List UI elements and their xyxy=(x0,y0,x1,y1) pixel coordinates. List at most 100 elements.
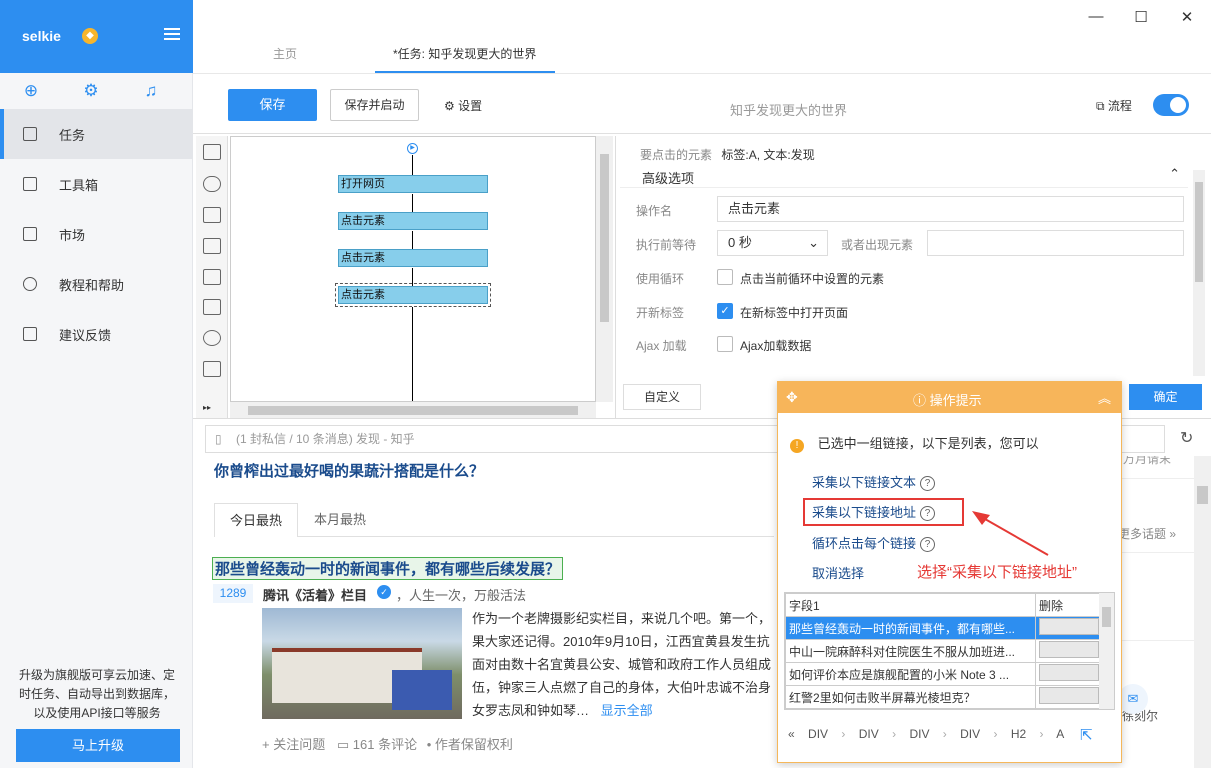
flow-node-click-selected[interactable]: 点击元素 xyxy=(335,283,491,307)
start-icon[interactable]: ▶ xyxy=(407,143,418,154)
extract-tool-icon[interactable] xyxy=(203,207,221,223)
captcha-tool-icon[interactable] xyxy=(203,269,221,285)
table-row[interactable]: 如何评价本应是旗舰配置的小米 Note 3 ... xyxy=(785,662,1036,686)
breadcrumb-item[interactable]: H2 xyxy=(1011,727,1026,741)
canvas-vertical-scrollbar[interactable] xyxy=(596,136,613,402)
advanced-section-header[interactable]: 高级选项 ⌃ xyxy=(620,164,1188,188)
loop-checkbox[interactable] xyxy=(717,269,733,285)
upgrade-button[interactable]: 马上升级 xyxy=(16,729,180,762)
arrow-line xyxy=(977,514,1049,556)
article-thumbnail[interactable] xyxy=(262,608,462,719)
follow-question-link[interactable]: + 关注问题 xyxy=(262,737,325,752)
save-and-start-button[interactable]: 保存并启动 xyxy=(330,89,419,121)
settings-button[interactable]: ⚙ 设置 xyxy=(444,97,482,114)
expand-icon[interactable]: ▸▸ xyxy=(203,404,213,412)
scrollbar-thumb[interactable] xyxy=(248,406,578,415)
canvas-horizontal-scrollbar[interactable] xyxy=(230,402,596,418)
column-header: 字段1 xyxy=(785,593,1036,617)
table-row[interactable]: 那些曾经轰动一时的新闻事件，都有哪些... xyxy=(785,616,1036,640)
minimize-icon[interactable]: — xyxy=(1086,8,1106,26)
comment-icon: ▭ xyxy=(336,737,350,752)
breadcrumb-item[interactable]: DIV xyxy=(859,727,879,741)
maximize-icon[interactable]: ☐ xyxy=(1131,8,1151,26)
newtab-checkbox[interactable]: ✓ xyxy=(717,303,733,319)
hamburger-menu-icon[interactable] xyxy=(164,28,180,42)
tab-month-hot[interactable]: 本月最热 xyxy=(298,502,382,536)
wait-select[interactable]: 0 秒 ⌄ xyxy=(717,230,828,256)
chat-bubble-icon[interactable]: ✉ xyxy=(1118,684,1148,714)
scrollbar-thumb[interactable] xyxy=(1197,486,1208,504)
loop-tool-icon[interactable] xyxy=(203,330,221,346)
show-all-link[interactable]: 显示全部 xyxy=(601,703,653,718)
flow-node-open-page[interactable]: 打开网页 xyxy=(338,175,488,193)
sidebar-item-tasks[interactable]: 任务 xyxy=(0,109,193,159)
breadcrumb-item[interactable]: A xyxy=(1056,727,1064,741)
sidebar-item-market[interactable]: 市场 xyxy=(0,209,193,259)
close-icon[interactable]: ✕ xyxy=(1177,8,1197,26)
collect-link-text-option[interactable]: 采集以下链接文本? xyxy=(812,472,936,492)
tab-task[interactable]: *任务: 知乎发现更大的世界 xyxy=(393,45,536,62)
more-topics-link[interactable]: 更多话题 » xyxy=(1118,525,1176,542)
table-row[interactable]: 红警2里如何击败半屏幕光棱坦克？ xyxy=(785,685,1036,709)
open-page-tool-icon[interactable] xyxy=(203,144,221,160)
trash-icon[interactable] xyxy=(1039,664,1099,681)
ajax-checkbox[interactable] xyxy=(717,336,733,352)
cancel-selection-option[interactable]: 取消选择 xyxy=(812,563,864,582)
refresh-icon[interactable]: ↻ xyxy=(1180,428,1193,448)
breadcrumb-item[interactable]: DIV xyxy=(909,727,929,741)
document-icon xyxy=(23,127,37,141)
vote-count[interactable]: 1289 xyxy=(213,584,253,603)
save-button[interactable]: 保存 xyxy=(228,89,317,121)
help-icon[interactable]: ? xyxy=(920,476,936,492)
chevron-up-icon[interactable]: ⌃ xyxy=(1169,166,1180,182)
loop-click-each-option[interactable]: 循环点击每个链接? xyxy=(812,533,936,553)
confirm-button[interactable]: 确定 xyxy=(1129,384,1202,410)
sidebar-item-help[interactable]: 教程和帮助 xyxy=(0,259,193,309)
breadcrumb-back[interactable]: « xyxy=(788,727,795,741)
add-icon[interactable]: ⊕ xyxy=(22,82,40,100)
workflow-canvas[interactable]: ▶ 打开网页 点击元素 点击元素 点击元素 xyxy=(230,136,596,402)
trash-icon[interactable] xyxy=(1039,641,1099,658)
headset-icon[interactable]: ♫ xyxy=(142,82,160,100)
article-title[interactable]: 那些曾经轰动一时的新闻事件，都有哪些后续发展？ xyxy=(211,557,564,580)
scrollbar-thumb[interactable] xyxy=(1195,182,1203,282)
custom-button[interactable]: 自定义 xyxy=(623,384,701,410)
move-icon[interactable]: ✥ xyxy=(786,389,798,406)
scrollbar-thumb[interactable] xyxy=(1102,607,1111,627)
breadcrumb-item[interactable]: DIV xyxy=(808,727,828,741)
click-tool-icon[interactable] xyxy=(203,176,221,192)
list-tool-icon[interactable] xyxy=(203,299,221,315)
comments-link[interactable]: 161 条评论 xyxy=(353,737,417,752)
breadcrumb-item[interactable]: DIV xyxy=(960,727,980,741)
gear-icon: ⚙ xyxy=(444,99,459,113)
article-excerpt[interactable]: 作为一个老牌摄影纪实栏目，来说几个吧。第一个， 果大家还记得。2010年9月10… xyxy=(472,607,782,722)
tab-home[interactable]: 主页 xyxy=(273,45,297,62)
gear-icon[interactable]: ⚙ xyxy=(82,82,100,100)
external-link-icon[interactable]: ⇱ xyxy=(1080,726,1093,744)
flow-node-click[interactable]: 点击元素 xyxy=(338,212,488,230)
tab-today-hot[interactable]: 今日最热 xyxy=(214,503,299,537)
branch-tool-icon[interactable] xyxy=(203,361,221,377)
sidebar-item-feedback[interactable]: 建议反馈 xyxy=(0,309,193,359)
trash-icon[interactable] xyxy=(1039,687,1099,704)
input-tool-icon[interactable] xyxy=(203,238,221,254)
sidebar-item-toolbox[interactable]: 工具箱 xyxy=(0,159,193,209)
table-row[interactable]: 中山一院麻醉科对住院医生不服从加班进... xyxy=(785,639,1036,663)
table-scrollbar[interactable] xyxy=(1099,593,1114,709)
popup-header[interactable]: ✥ ⓘ 操作提示 ︽ xyxy=(778,382,1121,413)
flow-node-click[interactable]: 点击元素 xyxy=(338,249,488,267)
properties-scrollbar[interactable] xyxy=(1193,170,1205,376)
op-name-input[interactable]: 点击元素 xyxy=(717,196,1184,222)
scrollbar-thumb[interactable] xyxy=(600,154,609,322)
flow-toggle-switch[interactable] xyxy=(1153,94,1189,116)
or-element-input[interactable] xyxy=(927,230,1184,256)
author-name[interactable]: 腾讯《活着》栏目 xyxy=(263,585,367,604)
delete-cell xyxy=(1035,616,1100,640)
vip-diamond-icon[interactable]: ◆ xyxy=(82,28,98,44)
collapse-icon[interactable]: ︽ xyxy=(1098,388,1111,407)
help-icon[interactable]: ? xyxy=(920,537,936,553)
page-scrollbar[interactable] xyxy=(1194,456,1211,768)
trash-icon[interactable] xyxy=(1039,618,1099,635)
annotation-arrow xyxy=(972,511,1049,556)
question-title[interactable]: 你曾榨出过最好喝的果蔬汁搭配是什么？ xyxy=(214,460,484,481)
